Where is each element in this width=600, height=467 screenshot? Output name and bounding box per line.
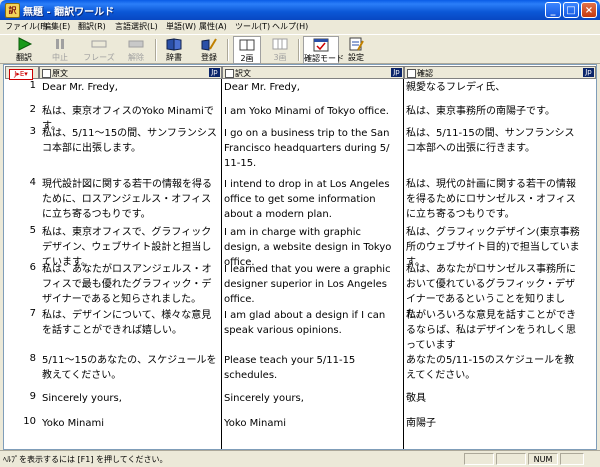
- menu-edit[interactable]: 編集(E): [43, 21, 70, 32]
- back-translation-cell[interactable]: 南陽子: [406, 416, 584, 431]
- translation-cell[interactable]: I learned that you were a graphic design…: [224, 262, 399, 307]
- language-icon[interactable]: Jp: [209, 68, 220, 77]
- menu-language[interactable]: 言語選択(L): [115, 21, 158, 32]
- num-lock-indicator: NUM: [528, 453, 558, 465]
- back-translation-cell[interactable]: 親愛なるフレディ氏、: [406, 80, 584, 95]
- status-panel-2: [496, 453, 526, 465]
- menu-help[interactable]: ヘルプ(H): [272, 21, 308, 32]
- window-title: 無題 - 翻訳ワールド: [23, 7, 115, 18]
- three-pane-button[interactable]: 3画: [266, 36, 294, 64]
- play-icon: [15, 37, 33, 51]
- toolbar-separator: [227, 39, 229, 61]
- menu-attribute[interactable]: 属性(A): [199, 21, 227, 32]
- title-bar: 訳 無題 - 翻訳ワールド _ □ ×: [0, 0, 600, 20]
- row-number: 8: [29, 353, 36, 364]
- translation-column-header[interactable]: 訳文 Jp: [222, 66, 404, 79]
- toolbar: 翻訳 中止 フレーズ 解除 辞書 登録 2画 3画 確認モード 設定: [0, 34, 600, 64]
- unmark-icon: [127, 37, 145, 51]
- back-translation-cell[interactable]: 私は、東京事務所の南陽子です。: [406, 104, 584, 119]
- register-button[interactable]: 登録: [195, 36, 223, 64]
- row-number: 10: [23, 416, 36, 427]
- confirm-mode-button[interactable]: 確認モード: [303, 36, 344, 64]
- translation-cell[interactable]: I intend to drop in at Los Angeles offic…: [224, 177, 399, 222]
- source-cell[interactable]: 私は、デザインについて、様々な意見を話すことができれば嬉しい。: [42, 308, 218, 338]
- back-translation-cell[interactable]: 敬具: [406, 391, 584, 406]
- source-cell[interactable]: Yoko Minami: [42, 416, 218, 431]
- back-translation-cell[interactable]: あなたの5/11-15のスケジュールを教えてください。: [406, 353, 584, 383]
- pane-icon: [42, 69, 51, 78]
- maximize-button[interactable]: □: [563, 2, 579, 18]
- back-translation-cell[interactable]: 私は、現代の計画に関する若干の情報を得るためにロサンゼルス・オフィスに立ち寄るつ…: [406, 177, 584, 222]
- back-translation-cell[interactable]: 私は、5/11-15の間、サンフランシスコ本部への出張に行きます。: [406, 126, 584, 156]
- close-button[interactable]: ×: [581, 2, 597, 18]
- translation-cell[interactable]: I go on a business trip to the San Franc…: [224, 126, 399, 171]
- menu-file[interactable]: ファイル(F): [5, 21, 48, 32]
- source-cell[interactable]: Dear Mr. Fredy,: [42, 80, 218, 95]
- row-number: 6: [29, 262, 36, 273]
- three-pane-icon: [271, 37, 289, 51]
- toolbar-separator: [298, 39, 300, 61]
- pen-book-icon: [200, 37, 218, 51]
- source-column-header[interactable]: 原文 Jp: [39, 66, 222, 79]
- row-number: 9: [29, 391, 36, 402]
- source-cell[interactable]: 私は、5/11～15の間、サンフランシスコ本部に出張します。: [42, 126, 218, 156]
- two-pane-button[interactable]: 2画: [233, 36, 261, 64]
- settings-icon: [347, 37, 365, 51]
- translation-grid: J▸E▾ 原文 Jp 訳文 Jp 確認 Jp 1 Dear Mr. Fredy, D…: [3, 64, 597, 450]
- column-divider[interactable]: [221, 79, 222, 449]
- book-icon: [165, 37, 183, 51]
- menu-translate[interactable]: 翻訳(R): [78, 21, 106, 32]
- status-bar: ﾍﾙﾌﾟを表示するには [F1] を押してください。 NUM: [0, 450, 600, 467]
- source-cell[interactable]: 私は、あなたがロスアンジェルス・オフィスで最も優れたグラフィック・デザイナーであ…: [42, 262, 218, 307]
- column-divider[interactable]: [403, 79, 404, 449]
- pane-icon: [407, 69, 416, 78]
- settings-button[interactable]: 設定: [343, 36, 369, 64]
- back-translation-cell[interactable]: 私がいろいろな意見を話すことができるならば、私はデザインをうれしく思っています: [406, 308, 584, 353]
- status-panel-1: [464, 453, 494, 465]
- translation-cell[interactable]: Sincerely yours,: [224, 391, 399, 406]
- menu-bar: ファイル(F) 編集(E) 翻訳(R) 言語選択(L) 単語(W) 属性(A) …: [0, 20, 600, 33]
- menu-tools[interactable]: ツール(T): [235, 21, 270, 32]
- language-icon[interactable]: Jp: [391, 68, 402, 77]
- direction-selector[interactable]: J▸E▾: [9, 69, 33, 80]
- cancel-button[interactable]: 解除: [121, 36, 151, 64]
- phrase-button[interactable]: フレーズ: [82, 36, 116, 64]
- status-message: ﾍﾙﾌﾟを表示するには [F1] を押してください。: [3, 455, 168, 464]
- row-number: 4: [29, 177, 36, 188]
- translation-cell[interactable]: I am glad about a design if I can speak …: [224, 308, 399, 338]
- translation-cell[interactable]: Dear Mr. Fredy,: [224, 80, 399, 95]
- toolbar-separator: [155, 39, 157, 61]
- minimize-button[interactable]: _: [545, 2, 561, 18]
- pause-icon: [51, 37, 69, 51]
- back-translation-column-header[interactable]: 確認 Jp: [404, 66, 596, 79]
- translation-cell[interactable]: I am Yoko Minami of Tokyo office.: [224, 104, 399, 119]
- row-number: 2: [29, 104, 36, 115]
- translation-cell[interactable]: Please teach your 5/11-15 schedules.: [224, 353, 399, 383]
- phrase-icon: [90, 37, 108, 51]
- menu-word[interactable]: 単語(W): [166, 21, 196, 32]
- source-cell[interactable]: 現代設計図に関する若干の情報を得るために、ロスアンジェルス・オフィスに立ち寄るつ…: [42, 177, 218, 222]
- translation-cell[interactable]: Yoko Minami: [224, 416, 399, 431]
- row-number: 3: [29, 126, 36, 137]
- translate-button[interactable]: 翻訳: [9, 36, 39, 64]
- two-pane-icon: [238, 38, 256, 52]
- row-number: 5: [29, 225, 36, 236]
- source-cell[interactable]: 5/11～15のあなたの、スケジュールを教えてください。: [42, 353, 218, 383]
- row-number: 1: [29, 80, 36, 91]
- stop-button[interactable]: 中止: [45, 36, 75, 64]
- direction-header: J▸E▾: [5, 66, 39, 80]
- source-cell[interactable]: Sincerely yours,: [42, 391, 218, 406]
- status-panel-4: [560, 453, 584, 465]
- row-number: 7: [29, 308, 36, 319]
- language-icon[interactable]: Jp: [583, 68, 594, 77]
- dictionary-button[interactable]: 辞書: [160, 36, 188, 64]
- pane-icon: [225, 69, 234, 78]
- checkbox-window-icon: [312, 38, 330, 52]
- app-icon[interactable]: 訳: [5, 3, 20, 18]
